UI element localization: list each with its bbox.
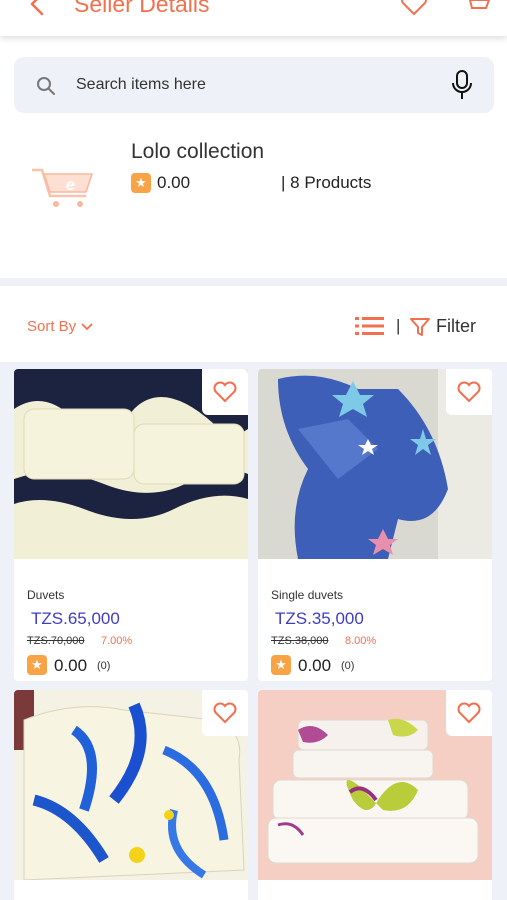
chevron-down-icon <box>81 322 93 330</box>
list-view-icon[interactable] <box>355 317 384 335</box>
product-old-price: TZS.38,000 <box>271 635 329 647</box>
product-old-price: TZS.70,000 <box>27 635 85 647</box>
sort-by-button[interactable]: Sort By <box>27 318 93 335</box>
product-category: Duvets <box>27 588 65 602</box>
product-price: TZS.65,000 <box>31 609 120 628</box>
section-divider <box>0 278 507 286</box>
favorite-button[interactable] <box>446 369 492 415</box>
product-review-count: (0) <box>97 660 111 672</box>
product-card[interactable]: Single duvets TZS.35,000 TZS.38,000 8.00… <box>258 369 492 681</box>
product-review-count: (0) <box>341 660 355 672</box>
heart-icon <box>213 702 237 724</box>
seller-name: Lolo collection <box>131 140 265 163</box>
product-card[interactable] <box>14 690 248 900</box>
product-category: Single duvets <box>271 588 344 602</box>
filter-label: Filter <box>436 316 476 336</box>
product-discount: 7.00% <box>101 635 133 647</box>
filter-button[interactable]: Filter <box>410 316 476 337</box>
filter-funnel-icon <box>410 317 430 336</box>
wishlist-heart-icon[interactable] <box>400 0 428 16</box>
product-rating: 0.00 <box>54 656 88 675</box>
heart-icon <box>457 702 481 724</box>
shopping-cart-logo-icon: e <box>32 168 94 207</box>
microphone-icon[interactable] <box>450 69 474 101</box>
star-icon: ★ <box>27 655 47 675</box>
product-card[interactable]: Duvets TZS.65,000 TZS.70,000 7.00% ★ 0.0… <box>14 369 248 681</box>
seller-rating: 0.00 <box>157 173 191 192</box>
heart-icon <box>457 381 481 403</box>
search-bar <box>14 57 494 113</box>
product-card[interactable] <box>258 690 492 900</box>
product-discount: 8.00% <box>345 635 377 647</box>
search-input[interactable] <box>76 73 436 97</box>
svg-text:e: e <box>66 177 75 194</box>
favorite-button[interactable] <box>202 369 248 415</box>
product-price: TZS.35,000 <box>275 609 364 628</box>
seller-info-card: e Lolo collection ★ 0.00 | 8 Products <box>0 113 507 280</box>
seller-product-count: | 8 Products <box>281 173 372 192</box>
toolbar-separator: | <box>396 316 401 335</box>
page-title: Seller Details <box>74 0 210 17</box>
favorite-button[interactable] <box>202 690 248 736</box>
star-icon: ★ <box>131 173 151 193</box>
product-rating: 0.00 <box>298 656 332 675</box>
app-header: Seller Details <box>0 0 507 36</box>
sort-filter-bar: Sort By | Filter <box>0 286 507 362</box>
star-icon: ★ <box>271 655 291 675</box>
search-icon <box>37 77 55 95</box>
back-arrow-icon[interactable] <box>26 0 50 16</box>
sort-by-label: Sort By <box>27 318 77 335</box>
heart-icon <box>213 381 237 403</box>
favorite-button[interactable] <box>446 690 492 736</box>
cart-icon[interactable] <box>463 0 491 16</box>
